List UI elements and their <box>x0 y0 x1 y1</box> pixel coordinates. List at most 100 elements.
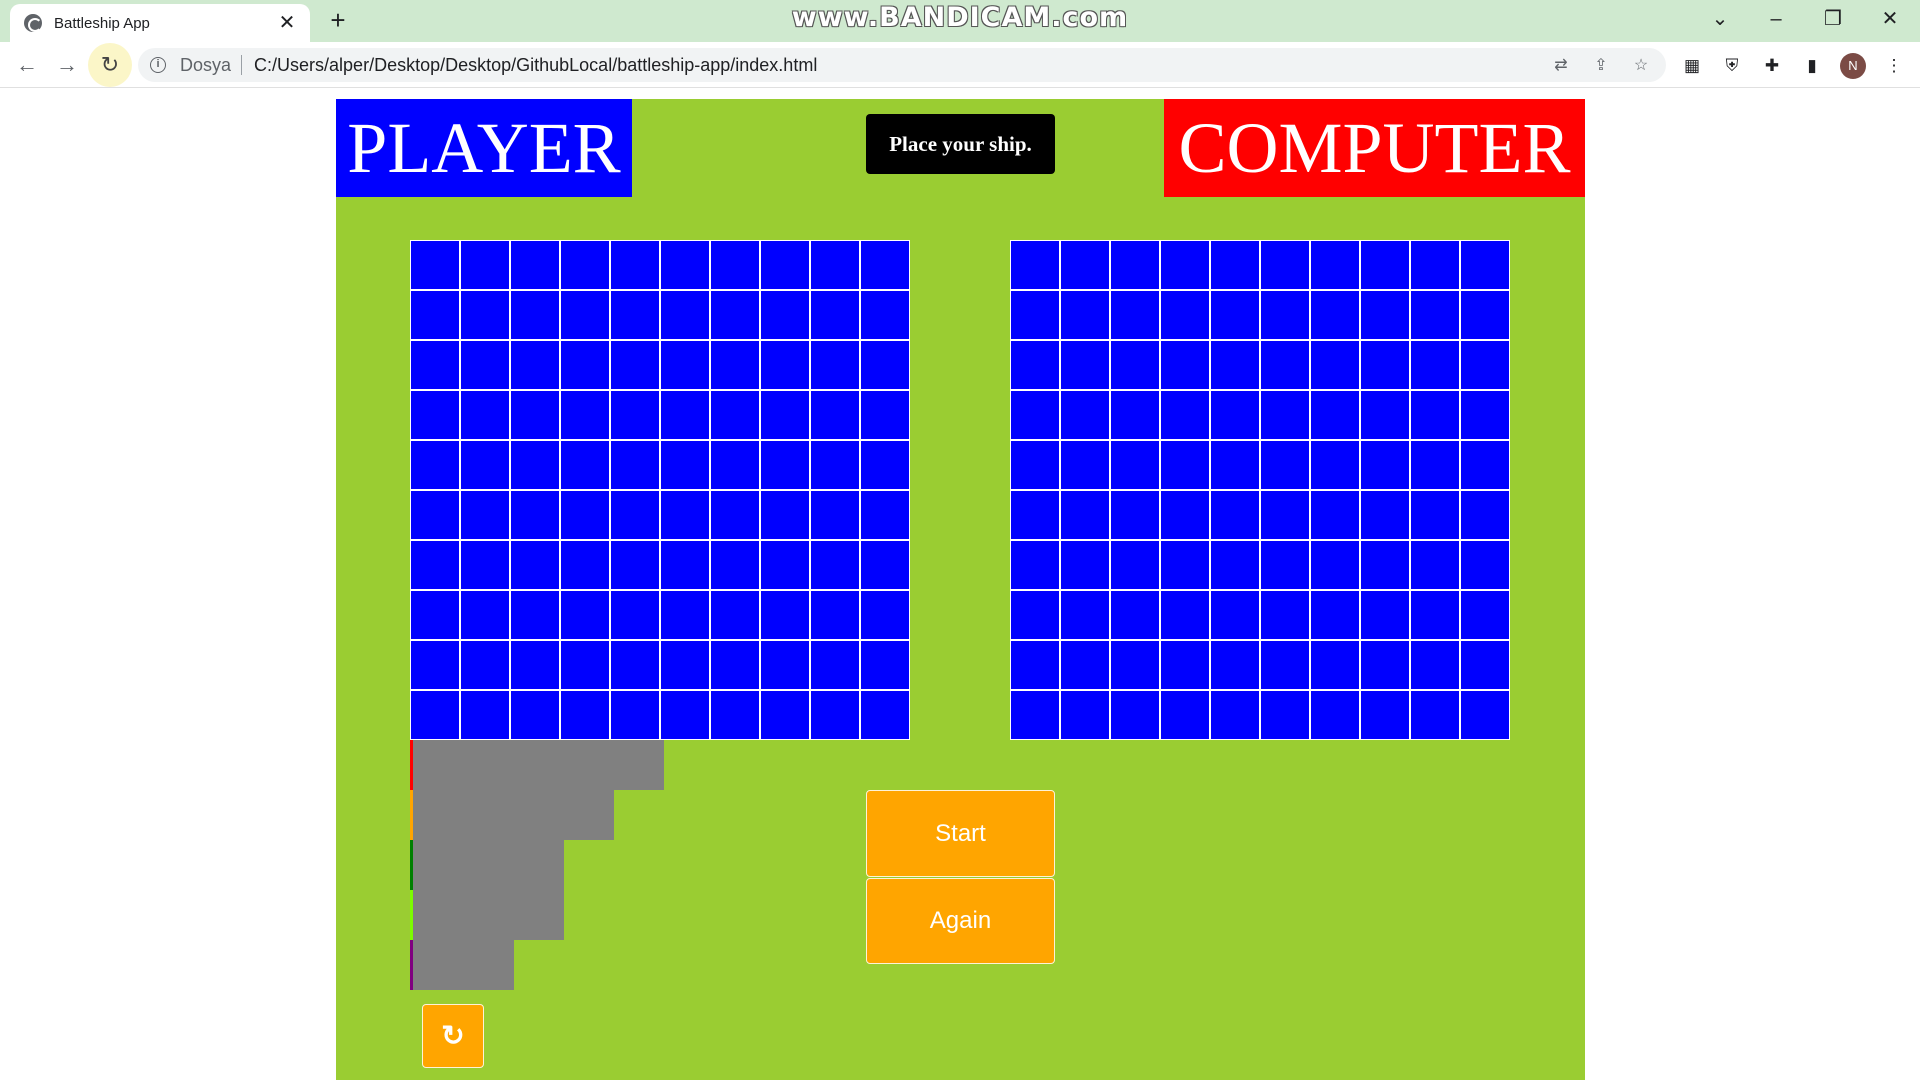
board-cell[interactable] <box>1460 440 1510 490</box>
board-cell[interactable] <box>1460 290 1510 340</box>
board-cell[interactable] <box>1260 440 1310 490</box>
board-cell[interactable] <box>1210 590 1260 640</box>
board-cell[interactable] <box>1310 490 1360 540</box>
board-cell[interactable] <box>1060 590 1110 640</box>
board-cell[interactable] <box>560 290 610 340</box>
board-cell[interactable] <box>710 490 760 540</box>
board-cell[interactable] <box>460 240 510 290</box>
back-icon[interactable]: ← <box>12 50 42 80</box>
board-cell[interactable] <box>1360 290 1410 340</box>
board-cell[interactable] <box>560 390 610 440</box>
board-cell[interactable] <box>1260 290 1310 340</box>
board-cell[interactable] <box>810 340 860 390</box>
board-cell[interactable] <box>410 690 460 740</box>
board-cell[interactable] <box>1260 240 1310 290</box>
board-cell[interactable] <box>1410 490 1460 540</box>
board-cell[interactable] <box>560 540 610 590</box>
board-cell[interactable] <box>610 340 660 390</box>
share-icon[interactable]: ⇪ <box>1590 56 1612 76</box>
board-cell[interactable] <box>1060 340 1110 390</box>
board-cell[interactable] <box>860 240 910 290</box>
board-cell[interactable] <box>410 440 460 490</box>
board-cell[interactable] <box>1110 290 1160 340</box>
board-cell[interactable] <box>610 690 660 740</box>
board-cell[interactable] <box>1460 390 1510 440</box>
board-cell[interactable] <box>1410 540 1460 590</box>
board-cell[interactable] <box>710 390 760 440</box>
board-cell[interactable] <box>1160 390 1210 440</box>
board-cell[interactable] <box>1060 540 1110 590</box>
board-cell[interactable] <box>560 690 610 740</box>
board-cell[interactable] <box>710 540 760 590</box>
minimize-icon[interactable]: – <box>1756 4 1796 34</box>
board-cell[interactable] <box>1210 540 1260 590</box>
board-cell[interactable] <box>1010 540 1060 590</box>
board-cell[interactable] <box>560 640 610 690</box>
board-cell[interactable] <box>1360 690 1410 740</box>
board-cell[interactable] <box>1260 390 1310 440</box>
board-cell[interactable] <box>1110 340 1160 390</box>
board-cell[interactable] <box>760 340 810 390</box>
board-cell[interactable] <box>1060 290 1110 340</box>
tab-search-icon[interactable]: ⌄ <box>1700 4 1740 34</box>
board-cell[interactable] <box>1360 340 1410 390</box>
board-cell[interactable] <box>1060 440 1110 490</box>
board-cell[interactable] <box>1060 390 1110 440</box>
board-cell[interactable] <box>510 290 560 340</box>
board-cell[interactable] <box>1210 340 1260 390</box>
board-cell[interactable] <box>1410 390 1460 440</box>
board-cell[interactable] <box>1160 240 1210 290</box>
board-cell[interactable] <box>610 490 660 540</box>
board-cell[interactable] <box>1460 640 1510 690</box>
address-bar[interactable]: i Dosya C:/Users/alper/Desktop/Desktop/G… <box>138 48 1666 82</box>
board-cell[interactable] <box>560 440 610 490</box>
ship-battleship[interactable] <box>410 790 614 840</box>
board-cell[interactable] <box>560 590 610 640</box>
board-cell[interactable] <box>1260 540 1310 590</box>
board-cell[interactable] <box>1460 240 1510 290</box>
board-cell[interactable] <box>810 640 860 690</box>
rotate-button[interactable]: ↻ <box>422 1004 484 1068</box>
board-cell[interactable] <box>1360 590 1410 640</box>
board-cell[interactable] <box>810 440 860 490</box>
board-cell[interactable] <box>810 690 860 740</box>
board-cell[interactable] <box>1260 340 1310 390</box>
board-cell[interactable] <box>1210 290 1260 340</box>
board-cell[interactable] <box>860 390 910 440</box>
board-cell[interactable] <box>760 240 810 290</box>
ship-submarine[interactable] <box>410 890 564 940</box>
board-cell[interactable] <box>410 340 460 390</box>
board-cell[interactable] <box>710 590 760 640</box>
board-cell[interactable] <box>560 490 610 540</box>
board-cell[interactable] <box>1010 490 1060 540</box>
board-cell[interactable] <box>1160 290 1210 340</box>
board-cell[interactable] <box>1010 240 1060 290</box>
close-window-icon[interactable]: ✕ <box>1870 4 1910 34</box>
board-cell[interactable] <box>410 290 460 340</box>
board-cell[interactable] <box>1310 290 1360 340</box>
board-cell[interactable] <box>1010 440 1060 490</box>
board-cell[interactable] <box>610 540 660 590</box>
board-cell[interactable] <box>810 390 860 440</box>
board-cell[interactable] <box>1310 440 1360 490</box>
board-cell[interactable] <box>810 290 860 340</box>
board-cell[interactable] <box>710 290 760 340</box>
board-cell[interactable] <box>1410 590 1460 640</box>
board-cell[interactable] <box>760 440 810 490</box>
board-cell[interactable] <box>1060 240 1110 290</box>
board-cell[interactable] <box>510 240 560 290</box>
board-cell[interactable] <box>1110 640 1160 690</box>
board-cell[interactable] <box>660 640 710 690</box>
board-cell[interactable] <box>1210 440 1260 490</box>
board-cell[interactable] <box>410 240 460 290</box>
start-button[interactable]: Start <box>866 790 1055 877</box>
board-cell[interactable] <box>1260 490 1310 540</box>
star-icon[interactable]: ☆ <box>1630 56 1652 76</box>
board-cell[interactable] <box>860 590 910 640</box>
board-cell[interactable] <box>810 540 860 590</box>
board-cell[interactable] <box>1010 340 1060 390</box>
board-cell[interactable] <box>1010 390 1060 440</box>
board-cell[interactable] <box>460 540 510 590</box>
board-cell[interactable] <box>710 440 760 490</box>
board-cell[interactable] <box>460 590 510 640</box>
